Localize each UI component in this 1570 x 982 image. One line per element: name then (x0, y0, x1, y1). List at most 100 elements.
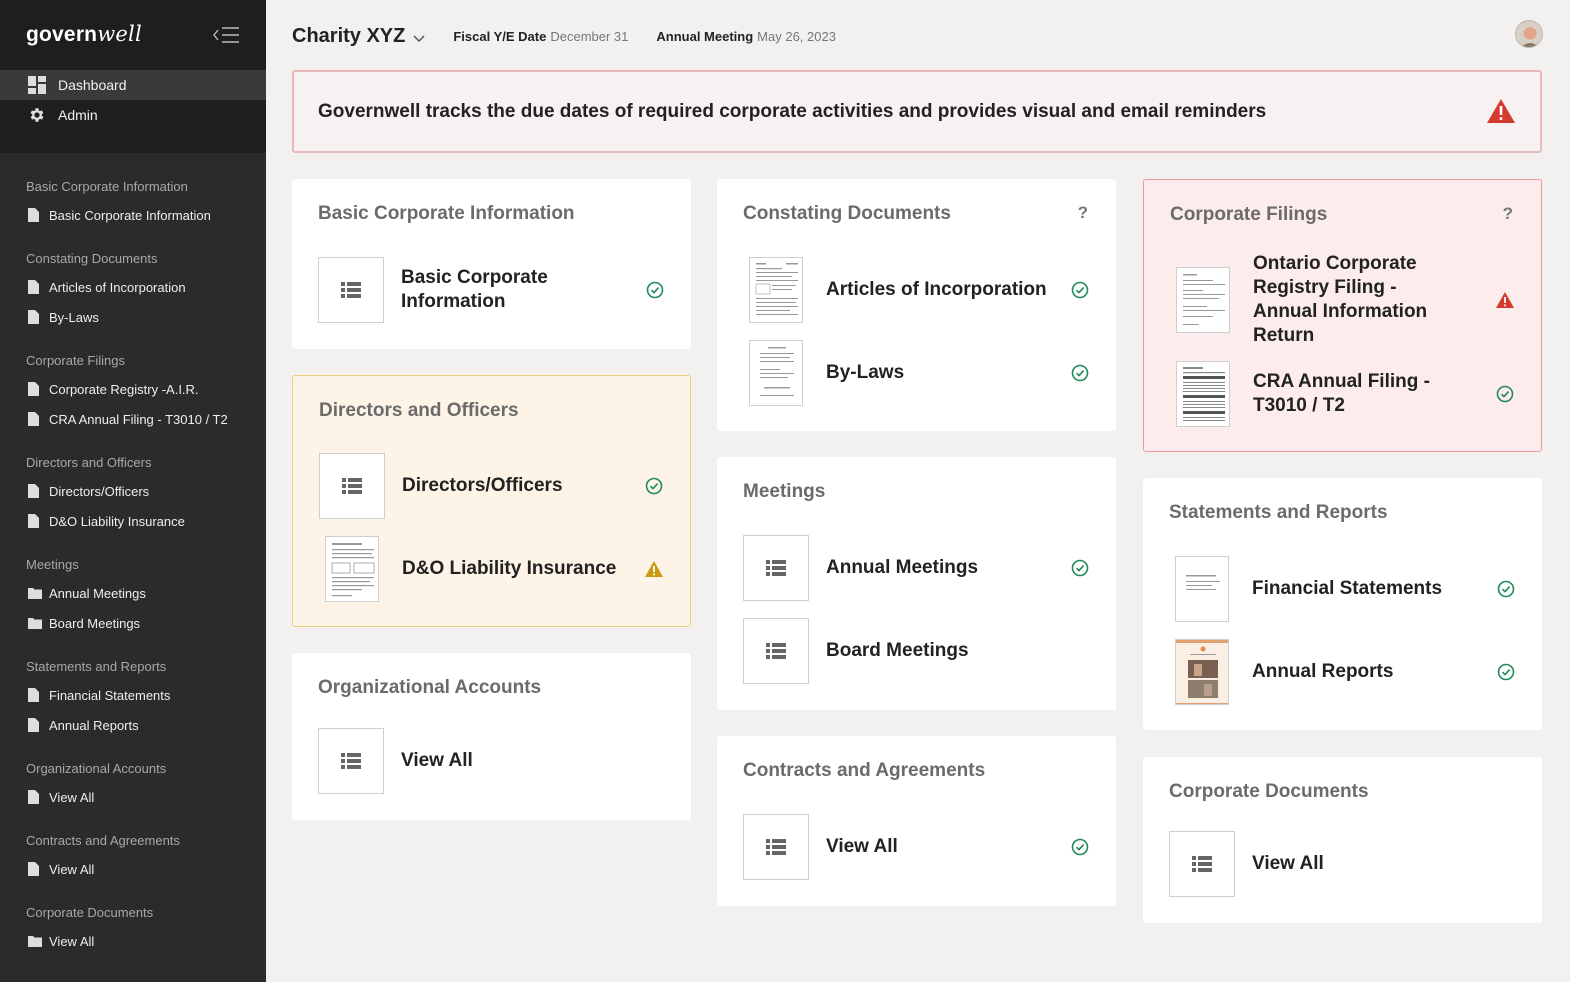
dashboard-icon (28, 76, 46, 94)
sidebar-item-directors-officers[interactable]: Directors/Officers (0, 476, 266, 506)
document-thumbnail (1176, 267, 1230, 333)
nav-admin[interactable]: Admin (0, 100, 266, 130)
document-thumbnail (1175, 556, 1229, 622)
card-statements-and-reports: Statements and Reports Financial Stateme… (1143, 478, 1542, 730)
sidebar-section-basic: Basic Corporate Information Basic Corpor… (0, 174, 266, 230)
sidebar-section-title: Constating Documents (26, 251, 158, 266)
sidebar-item-annual-meetings[interactable]: Annual Meetings (0, 578, 266, 608)
row-label: D&O Liability Insurance (402, 558, 617, 579)
file-icon (28, 484, 42, 498)
sidebar-item-label: D&O Liability Insurance (49, 513, 185, 529)
row-directors-officers[interactable]: Directors/Officers (319, 453, 664, 519)
sidebar-section-filings: Corporate Filings Corporate Registry -A.… (0, 348, 266, 434)
nav-dashboard[interactable]: Dashboard (0, 70, 266, 100)
sidebar-item-corporate-documents-view-all[interactable]: View All (0, 926, 266, 956)
row-label: View All (1252, 853, 1324, 874)
row-annual-meetings[interactable]: Annual Meetings (743, 535, 1090, 601)
row-board-meetings[interactable]: Board Meetings (743, 618, 1090, 684)
sidebar-item-label: View All (49, 789, 95, 805)
sidebar-section-org-accounts: Organizational Accounts View All (0, 756, 266, 812)
sidebar-item-basic-corporate-information[interactable]: Basic Corporate Information (0, 200, 266, 230)
folder-icon (28, 616, 42, 630)
sidebar-section-meetings: Meetings Annual Meetings Board Meetings (0, 552, 266, 638)
document-thumbnail (749, 340, 803, 406)
sidebar-item-org-accounts-view-all[interactable]: View All (0, 782, 266, 812)
sidebar-item-cra-annual-filing[interactable]: CRA Annual Filing - T3010 / T2 (0, 404, 266, 434)
card-corporate-filings: Corporate Filings ? Ontario Corporate Re… (1143, 179, 1542, 452)
governwell-logo[interactable]: governwell (26, 22, 142, 47)
card-directors-and-officers: Directors and Officers Directors/Officer… (292, 375, 691, 627)
folder-icon (28, 586, 42, 600)
sidebar-header: governwell (0, 0, 266, 70)
sidebar-item-articles-of-incorporation[interactable]: Articles of Incorporation (0, 272, 266, 302)
row-articles-of-incorporation[interactable]: Articles of Incorporation (743, 257, 1090, 323)
sidebar-item-annual-reports[interactable]: Annual Reports (0, 710, 266, 740)
row-label: Annual Meetings (826, 557, 979, 578)
check-circle-icon (1496, 662, 1516, 682)
help-icon[interactable]: ? (1503, 204, 1513, 224)
nav-dashboard-label: Dashboard (58, 77, 127, 93)
row-org-accounts-view-all[interactable]: View All (318, 728, 665, 794)
card-title: Statements and Reports (1169, 502, 1388, 523)
sidebar-item-board-meetings[interactable]: Board Meetings (0, 608, 266, 638)
row-ontario-corporate-registry[interactable]: Ontario Corporate Registry Filing - Annu… (1170, 253, 1515, 346)
collapse-sidebar-icon[interactable] (211, 24, 241, 46)
sidebar-item-label: CRA Annual Filing - T3010 / T2 (49, 411, 228, 427)
row-financial-statements[interactable]: Financial Statements (1169, 556, 1516, 622)
row-contracts-view-all[interactable]: View All (743, 814, 1090, 880)
list-icon (319, 453, 385, 519)
row-annual-reports[interactable]: Annual Reports (1169, 639, 1516, 705)
row-label: Annual Reports (1252, 661, 1394, 682)
help-icon[interactable]: ? (1078, 203, 1088, 223)
sidebar-main-nav: Dashboard Admin (0, 70, 266, 153)
alert-triangle-icon (1495, 290, 1515, 310)
file-icon (28, 412, 42, 426)
document-thumbnail (1176, 361, 1230, 427)
sidebar-section-statements: Statements and Reports Financial Stateme… (0, 654, 266, 740)
folder-icon (28, 934, 42, 948)
row-label: Directors/Officers (402, 475, 563, 496)
row-label: Board Meetings (826, 640, 969, 661)
row-do-liability-insurance[interactable]: D&O Liability Insurance (319, 536, 664, 602)
list-icon (743, 535, 809, 601)
sidebar: governwell Dashboard Admin Basic Corpora… (0, 0, 266, 982)
sidebar-section-constating: Constating Documents Articles of Incorpo… (0, 246, 266, 332)
sidebar-item-by-laws[interactable]: By-Laws (0, 302, 266, 332)
sidebar-sections: Basic Corporate Information Basic Corpor… (0, 174, 266, 972)
warning-icon (1486, 98, 1516, 129)
row-by-laws[interactable]: By-Laws (743, 340, 1090, 406)
sidebar-item-financial-statements[interactable]: Financial Statements (0, 680, 266, 710)
sidebar-item-corporate-registry[interactable]: Corporate Registry -A.I.R. (0, 374, 266, 404)
file-icon (28, 790, 42, 804)
org-selector[interactable]: Charity XYZ (292, 24, 425, 49)
file-icon (28, 208, 42, 222)
list-icon (318, 257, 384, 323)
card-constating-documents: Constating Documents ? Articles of Incor… (717, 179, 1116, 431)
list-icon (1169, 831, 1235, 897)
sidebar-item-do-liability-insurance[interactable]: D&O Liability Insurance (0, 506, 266, 536)
list-icon (743, 814, 809, 880)
file-icon (28, 718, 42, 732)
top-bar: Charity XYZ Fiscal Y/E Date December 31 A… (292, 18, 836, 54)
row-label: CRA Annual Filing - T3010 / T2 (1253, 371, 1430, 416)
card-basic-corporate-information: Basic Corporate Information Basic Corpor… (292, 179, 691, 349)
sidebar-item-label: Basic Corporate Information (49, 207, 211, 223)
row-cra-annual-filing[interactable]: CRA Annual Filing - T3010 / T2 (1170, 361, 1515, 427)
file-icon (28, 688, 42, 702)
sidebar-item-contracts-view-all[interactable]: View All (0, 854, 266, 884)
file-icon (28, 280, 42, 294)
sidebar-section-title: Corporate Documents (26, 905, 154, 920)
row-corporate-documents-view-all[interactable]: View All (1169, 831, 1516, 897)
user-avatar[interactable] (1515, 20, 1543, 48)
card-title: Corporate Documents (1169, 781, 1369, 802)
row-basic-corporate-information[interactable]: Basic Corporate Information (318, 257, 665, 323)
sidebar-item-label: Annual Meetings (49, 585, 146, 601)
logo-text-italic: well (97, 22, 142, 46)
row-label: Ontario Corporate Registry Filing - Annu… (1253, 253, 1428, 346)
row-label: Financial Statements (1252, 578, 1443, 599)
file-icon (28, 310, 42, 324)
sidebar-item-label: Board Meetings (49, 615, 141, 631)
meeting-value: May 26, 2023 (757, 28, 836, 44)
fiscal-value: December 31 (550, 28, 629, 44)
banner-text: Governwell tracks the due dates of requi… (318, 100, 1267, 122)
